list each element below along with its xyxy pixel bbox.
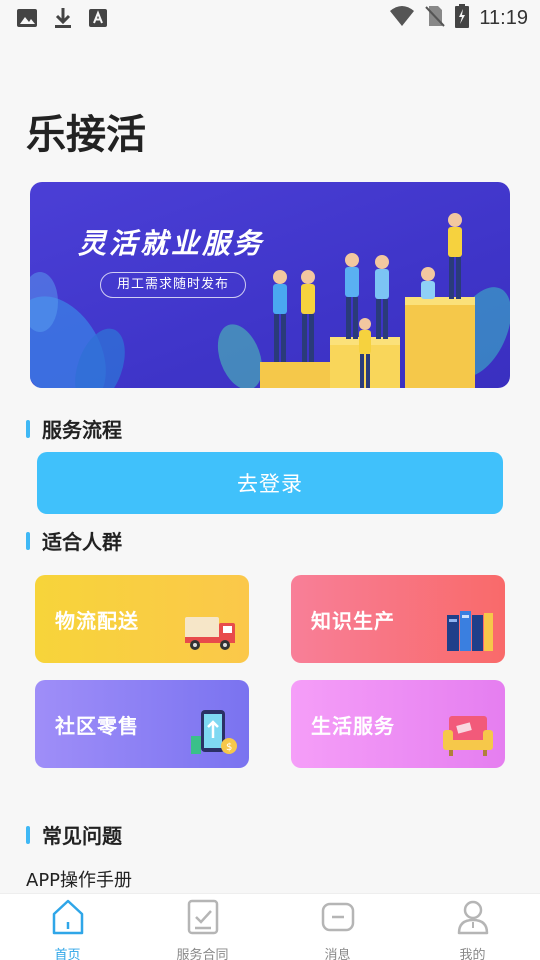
section-accent-bar bbox=[26, 419, 30, 438]
message-icon bbox=[320, 898, 356, 940]
status-bar: 11:19 bbox=[0, 0, 540, 36]
section-faq: 常见问题 bbox=[26, 820, 122, 849]
no-sim-icon bbox=[425, 5, 446, 31]
sofa-icon bbox=[441, 712, 495, 762]
tab-label: 消息 bbox=[324, 948, 351, 960]
tab-profile[interactable]: 我的 bbox=[405, 894, 540, 960]
section-accent-bar bbox=[26, 531, 30, 550]
section-accent-bar bbox=[26, 825, 30, 844]
login-button[interactable]: 去登录 bbox=[37, 452, 503, 514]
image-icon bbox=[16, 7, 38, 33]
font-icon bbox=[88, 8, 108, 32]
tab-service-contract[interactable]: 服务合同 bbox=[135, 894, 270, 960]
home-icon bbox=[50, 898, 86, 940]
books-icon bbox=[445, 609, 495, 657]
tab-label: 服务合同 bbox=[176, 948, 229, 960]
card-community-retail[interactable]: 社区零售 $ bbox=[35, 680, 249, 768]
download-icon bbox=[52, 6, 74, 34]
section-suitable-people: 适合人群 bbox=[26, 526, 122, 555]
card-label: 社区零售 bbox=[55, 714, 139, 738]
delivery-truck-icon bbox=[183, 609, 239, 657]
banner-title: 灵活就业服务 bbox=[78, 227, 265, 260]
battery-charging-icon bbox=[455, 4, 470, 32]
card-life-services[interactable]: 生活服务 bbox=[291, 680, 505, 768]
tab-home[interactable]: 首页 bbox=[0, 894, 135, 960]
contract-icon bbox=[185, 898, 221, 940]
profile-icon bbox=[455, 898, 491, 940]
section-title: 服务流程 bbox=[42, 418, 122, 442]
clock-time: 11:19 bbox=[479, 6, 528, 29]
card-label: 知识生产 bbox=[311, 609, 395, 633]
tab-messages[interactable]: 消息 bbox=[270, 894, 405, 960]
section-service-process: 服务流程 bbox=[26, 414, 122, 443]
tab-label: 首页 bbox=[54, 948, 81, 960]
card-label: 物流配送 bbox=[55, 609, 139, 633]
page-title: 乐接活 bbox=[26, 112, 146, 158]
faq-item-app-manual[interactable]: APP操作手册 bbox=[26, 866, 132, 892]
svg-text:$: $ bbox=[226, 742, 232, 753]
section-title: 适合人群 bbox=[42, 530, 122, 554]
phone-payment-icon: $ bbox=[189, 708, 239, 762]
card-label: 生活服务 bbox=[311, 714, 395, 738]
tab-label: 我的 bbox=[459, 948, 486, 960]
card-logistics-delivery[interactable]: 物流配送 bbox=[35, 575, 249, 663]
promo-banner[interactable]: 灵活就业服务 用工需求随时发布 bbox=[30, 182, 510, 388]
bottom-tab-bar: 首页 服务合同 消息 我的 bbox=[0, 893, 540, 960]
wifi-icon bbox=[389, 5, 415, 31]
section-title: 常见问题 bbox=[42, 824, 122, 848]
banner-subtitle: 用工需求随时发布 bbox=[100, 272, 247, 298]
card-knowledge-production[interactable]: 知识生产 bbox=[291, 575, 505, 663]
